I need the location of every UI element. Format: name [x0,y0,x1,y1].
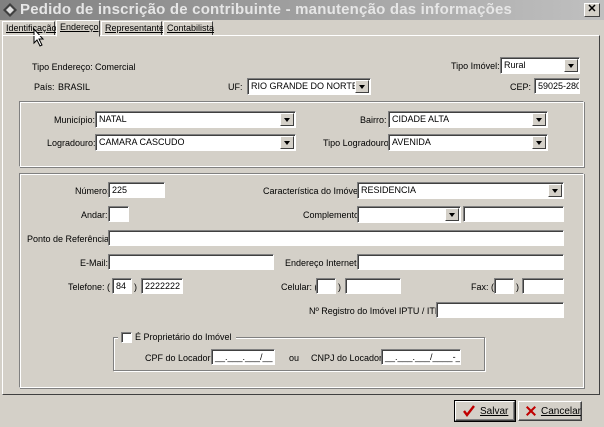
celular-ddd-field[interactable] [316,278,336,294]
endereco-internet-label: Endereço Internet: [285,258,360,268]
fax-ddd-field[interactable] [494,278,514,294]
tipo-imovel-selected: Rural [504,60,526,70]
andar-field[interactable] [108,206,129,222]
chevron-down-icon[interactable] [548,184,562,197]
municipio-label: Município: [54,115,96,125]
chevron-down-icon[interactable] [532,113,546,126]
tab-representante[interactable]: Representante [101,21,164,36]
checkmark-icon [463,405,475,417]
bairro-selected: CIDADE ALTA [392,114,450,124]
cancelar-button[interactable]: Cancelar [518,401,582,421]
logradouro-label: Logradouro: [47,138,96,148]
logradouro-selected: CAMARA CASCUDO [99,137,185,147]
tipo-imovel-select[interactable]: Rural [500,57,580,74]
caracteristica-select[interactable]: RESIDENCIA [357,182,564,199]
numero-label: Número: [75,186,110,196]
ponto-referencia-label: Ponto de Referência: [27,234,112,244]
chevron-down-icon[interactable] [355,80,369,93]
close-button[interactable]: ✕ [584,3,600,17]
fax-paren-close: ) [516,282,519,292]
uf-label: UF: [228,82,243,92]
tab-contabilista[interactable]: Contabilista [163,21,214,36]
cpf-label: CPF do Locador: [145,353,214,363]
telefone-ddd-field[interactable]: 84 [112,278,132,294]
title-bar: Pedido de inscrição de contribuinte - ma… [0,0,604,20]
chevron-down-icon[interactable] [280,113,294,126]
x-icon [525,406,536,416]
owner-checkbox-label: É Proprietário do Imóvel [135,332,232,342]
logradouro-select[interactable]: CAMARA CASCUDO [95,134,296,151]
tab-identificacao[interactable]: Identificação [2,21,57,36]
salvar-label: Salvar [480,405,509,417]
complemento-select[interactable] [357,206,461,223]
chevron-down-icon[interactable] [280,136,294,149]
tipo-imovel-label: Tipo Imóvel: [451,61,500,71]
municipio-select[interactable]: NATAL [95,111,296,128]
municipio-selected: NATAL [99,114,127,124]
app-icon [3,3,17,17]
telefone-paren-close: ) [134,282,137,292]
chevron-down-icon[interactable] [445,208,459,221]
celular-label: Celular: ( [281,282,318,292]
cep-field[interactable]: 59025-280 [534,78,580,94]
email-field[interactable] [108,254,274,270]
pais-value: BRASIL [58,82,91,92]
chevron-down-icon[interactable] [564,59,578,72]
telefone-label: Telefone: ( [68,282,111,292]
celular-paren-close: ) [338,282,341,292]
email-label: E-Mail: [80,258,109,268]
cpf-field[interactable]: __.___.___/__ [211,349,275,365]
cep-label: CEP: [510,82,532,92]
bairro-select[interactable]: CIDADE ALTA [388,111,548,128]
celular-numero-field[interactable] [345,278,401,294]
owner-checkbox[interactable] [121,332,132,343]
tab-endereco[interactable]: Endereço [56,20,100,37]
chevron-down-icon[interactable] [532,136,546,149]
tipo-logradouro-label: Tipo Logradouro: [323,138,392,148]
telefone-numero-field[interactable]: 2222222 [141,278,183,294]
tipo-endereco-value: Comercial [95,62,136,72]
cnpj-field[interactable]: __.___.___/____-__ [381,349,461,365]
bairro-label: Bairro: [360,115,387,125]
caracteristica-selected: RESIDENCIA [361,185,417,195]
ponto-referencia-field[interactable] [108,230,564,246]
caracteristica-label: Característica do Imóvel: [263,186,363,196]
tipo-endereco-label: Tipo Endereço: [32,62,93,72]
registro-imovel-field[interactable] [436,302,564,318]
fax-label: Fax: ( [471,282,495,292]
numero-field[interactable]: 225 [108,182,165,198]
pais-label: País: [34,82,55,92]
uf-selected: RIO GRANDE DO NORTE [251,81,358,91]
complemento-label: Complemento: [303,210,362,220]
endereco-internet-field[interactable] [357,254,564,270]
ou-label: ou [289,353,300,363]
registro-imovel-label: Nº Registro do Imóvel IPTU / ITR: [309,306,444,316]
cnpj-label: CNPJ do Locador: [311,353,385,363]
uf-select[interactable]: RIO GRANDE DO NORTE [247,78,371,95]
fax-numero-field[interactable] [522,278,564,294]
salvar-button[interactable]: Salvar [454,400,516,422]
tipo-logradouro-select[interactable]: AVENIDA [388,134,548,151]
complemento-text-field[interactable] [463,206,564,222]
tipo-logradouro-selected: AVENIDA [392,137,431,147]
window-title: Pedido de inscrição de contribuinte - ma… [20,1,513,18]
cancelar-label: Cancelar [540,405,581,417]
andar-label: Andar: [81,210,108,220]
